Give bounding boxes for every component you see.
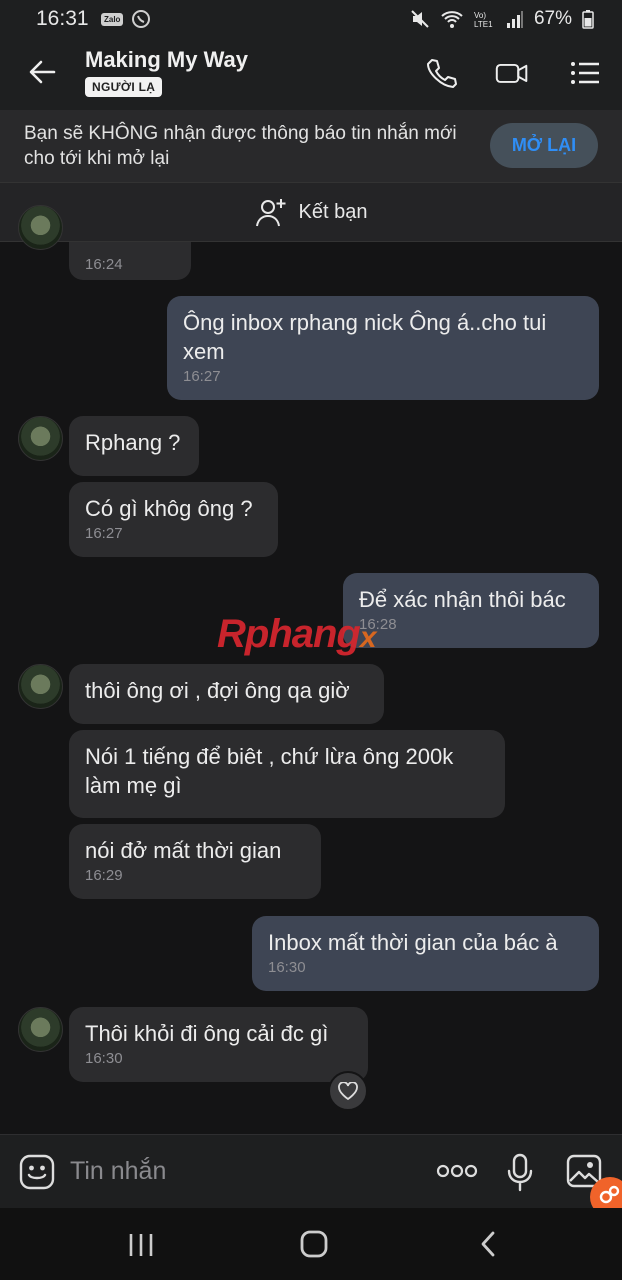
add-friend-label: Kết bạn bbox=[298, 200, 368, 223]
volte-icon: Vo)LTE1 bbox=[474, 11, 493, 29]
svg-text:LTE1: LTE1 bbox=[474, 20, 493, 29]
avatar[interactable] bbox=[18, 416, 63, 461]
wifi-icon bbox=[441, 11, 463, 28]
message-text: thôi ông ơi , đợi ông qa giờ bbox=[85, 678, 350, 703]
menu-list-icon[interactable] bbox=[568, 56, 602, 90]
video-call-icon[interactable] bbox=[495, 56, 529, 90]
add-friend-button[interactable]: Kết bạn bbox=[0, 182, 622, 242]
back-arrow-icon[interactable] bbox=[26, 56, 58, 88]
message-time: 16:29 bbox=[85, 867, 123, 884]
message-time: 16:27 bbox=[85, 525, 123, 542]
mute-icon bbox=[411, 10, 429, 28]
heart-icon bbox=[338, 1082, 358, 1100]
message-bubble-out[interactable]: Để xác nhận thôi bác 16:28 bbox=[343, 573, 599, 648]
message-text: Có gì khôg ông ? bbox=[85, 496, 253, 521]
more-options-icon[interactable] bbox=[436, 1163, 478, 1179]
message-bubble-in[interactable]: thôi ông ơi , đợi ông qa giờ bbox=[69, 664, 384, 724]
message-time: 16:30 bbox=[85, 1050, 123, 1067]
svg-text:Vo): Vo) bbox=[474, 11, 486, 20]
message-text: Inbox mất thời gian của bác à bbox=[268, 930, 558, 955]
add-friend-icon bbox=[255, 199, 286, 227]
battery-percent: 67% bbox=[533, 8, 572, 29]
reaction-heart-button[interactable] bbox=[328, 1071, 368, 1111]
watermark-logo: Rphangx bbox=[217, 612, 377, 656]
message-time: 16:30 bbox=[268, 959, 306, 976]
message-bubble-out[interactable]: Inbox mất thời gian của bác à 16:30 bbox=[252, 916, 599, 991]
message-text: Rphang ? bbox=[85, 430, 181, 455]
home-icon[interactable] bbox=[299, 1229, 329, 1259]
message-bubble-in[interactable]: Có gì khôg ông ? 16:27 bbox=[69, 482, 278, 557]
message-text: Ông inbox rphang nick Ông á..cho tui xem bbox=[183, 310, 547, 364]
system-nav-bar bbox=[0, 1208, 622, 1280]
message-bubble-in[interactable]: Rphang ? bbox=[69, 416, 199, 476]
back-nav-icon[interactable] bbox=[478, 1230, 498, 1258]
message-input[interactable]: Tin nhắn bbox=[70, 1157, 166, 1186]
avatar[interactable] bbox=[18, 205, 63, 250]
status-right: Vo) LTE1 67% bbox=[410, 8, 594, 30]
reopen-button[interactable]: MỞ LẠI bbox=[490, 123, 598, 168]
floating-orange-icon[interactable] bbox=[588, 1175, 622, 1209]
avatar[interactable] bbox=[18, 1007, 63, 1052]
message-text: Để xác nhận thôi bác bbox=[359, 587, 566, 612]
recent-apps-icon[interactable] bbox=[128, 1232, 154, 1258]
message-time: 16:24 bbox=[85, 256, 123, 273]
message-bubble-out[interactable]: Ông inbox rphang nick Ông á..cho tui xem… bbox=[167, 296, 599, 400]
chat-header: Making My Way NGƯỜI LẠ bbox=[0, 38, 622, 110]
signal-icon bbox=[506, 11, 523, 28]
stranger-tag: NGƯỜI LẠ bbox=[85, 77, 163, 97]
message-time: 16:28 bbox=[359, 616, 397, 633]
message-bubble-in[interactable]: Thôi khỏi đi ông cải đc gì 16:30 bbox=[69, 1007, 368, 1082]
message-bubble-in[interactable]: nói đở mất thời gian 16:29 bbox=[69, 824, 321, 899]
message-bubble-in[interactable]: 16:24 bbox=[69, 242, 191, 280]
message-input-bar: Tin nhắn bbox=[0, 1134, 622, 1209]
battery-icon bbox=[582, 10, 594, 29]
message-text: Thôi khỏi đi ông cải đc gì bbox=[85, 1021, 329, 1046]
status-time: 16:31 bbox=[36, 7, 89, 30]
message-time: 16:27 bbox=[183, 368, 221, 385]
notification-muted-banner: Bạn sẽ KHÔNG nhận được thông báo tin nhắ… bbox=[0, 110, 622, 182]
message-text: nói đở mất thời gian bbox=[85, 838, 282, 863]
message-bubble-in[interactable]: Nói 1 tiếng để biêt , chứ lừa ông 200k l… bbox=[69, 730, 505, 818]
chat-title[interactable]: Making My Way bbox=[85, 47, 248, 73]
message-text: Nói 1 tiếng để biêt , chứ lừa ông 200k l… bbox=[85, 744, 454, 798]
status-bar: 16:31 Zalo Vo) LTE1 67% bbox=[0, 0, 622, 38]
status-left-icons: Zalo bbox=[101, 9, 151, 29]
zalo-icon: Zalo bbox=[101, 12, 124, 26]
avatar[interactable] bbox=[18, 664, 63, 709]
microphone-icon[interactable] bbox=[506, 1153, 534, 1193]
phone-call-icon[interactable] bbox=[424, 56, 458, 90]
emoji-icon[interactable] bbox=[19, 1154, 55, 1190]
notice-text: Bạn sẽ KHÔNG nhận được thông báo tin nhắ… bbox=[24, 123, 457, 169]
viber-icon bbox=[132, 10, 151, 28]
